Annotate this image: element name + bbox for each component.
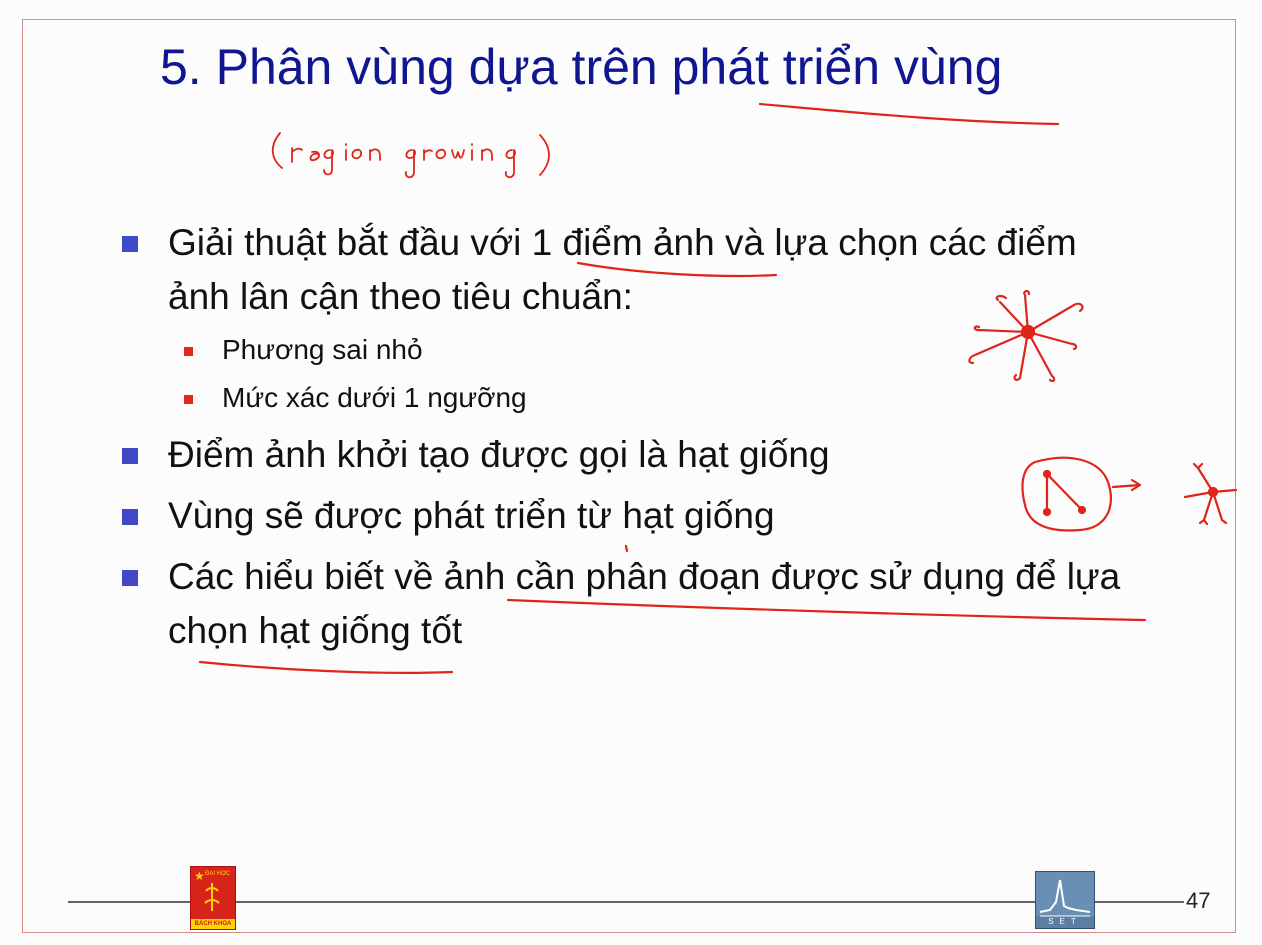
point-underline-stroke bbox=[576, 261, 778, 278]
region-blob-drawing bbox=[1021, 456, 1142, 532]
handwritten-annotations bbox=[68, 102, 1238, 903]
logo-top-text: ĐẠI HỌC bbox=[205, 871, 231, 877]
slide: 5. Phân vùng dựa trên phát triển vùng Gi… bbox=[0, 0, 1262, 945]
title-underline-stroke bbox=[758, 102, 1060, 126]
set-logo-icon: SET bbox=[1035, 871, 1095, 929]
growth-sketch-drawing bbox=[1183, 462, 1238, 526]
handwritten-region-growing-note bbox=[271, 132, 550, 179]
knowledge-underline-stroke bbox=[506, 598, 1147, 622]
logo-band-text: BÁCH KHOA bbox=[194, 921, 232, 927]
tick-mark-stroke bbox=[624, 544, 629, 553]
page-number: 47 bbox=[1186, 888, 1211, 913]
star-sketch-drawing bbox=[968, 289, 1084, 383]
set-logo-letters: SET bbox=[1048, 917, 1082, 926]
torch-emblem-icon bbox=[204, 883, 220, 911]
seed-underline-stroke bbox=[198, 660, 454, 674]
university-logo-icon: ★ ĐẠI HỌC BÁCH KHOA bbox=[190, 866, 236, 930]
